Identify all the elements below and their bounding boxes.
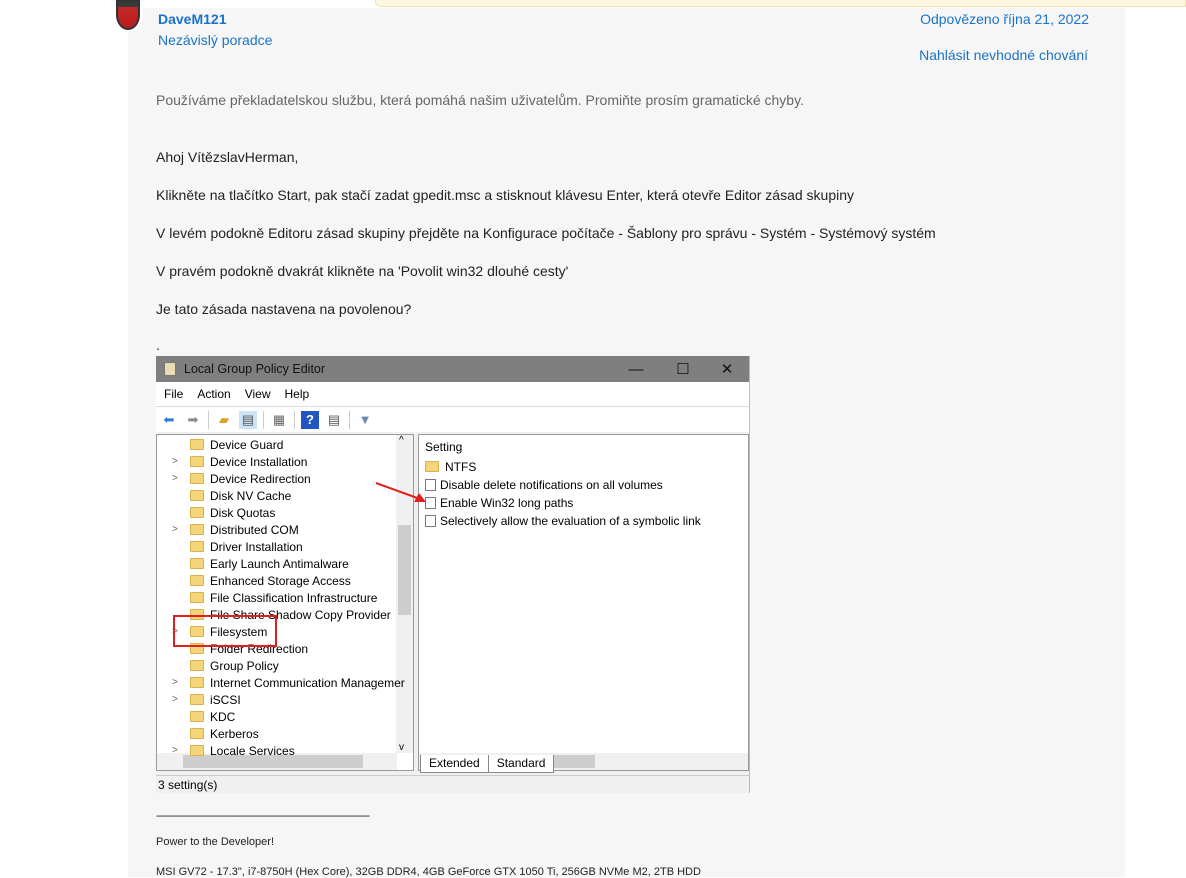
highlight-box [173,615,277,647]
menu-file: File [164,387,184,401]
menu-action: Action [197,387,231,401]
expand-icon: > [172,745,178,756]
folder-icon [190,524,204,535]
folder-icon [190,711,204,722]
tree-item: Enhanced Storage Access [174,572,351,589]
red-arrow-icon [375,482,426,502]
notification-bar [375,0,1186,7]
status-bar: 3 setting(s) [156,775,749,793]
tab-extended: Extended [420,755,489,773]
settings-pane: Setting NTFS Disable delete notification… [418,434,749,771]
tree-item: File Classification Infrastructure [174,589,377,606]
expand-icon: > [172,473,178,484]
setting-row: Disable delete notifications on all volu… [425,476,663,493]
show-hide-tree-icon: ▤ [239,410,257,429]
help-icon: ? [301,410,319,429]
folder-icon [190,541,204,552]
export-list-icon: ▦ [272,411,286,427]
gpedit-screenshot: Local Group Policy Editor — ☐ ✕ File Act… [156,356,750,793]
report-link[interactable]: Nahlásit nevhodné chování [919,47,1088,63]
folder-icon [190,507,204,518]
expand-icon: > [172,677,178,688]
avatar[interactable] [113,0,143,32]
policy-icon [164,362,176,376]
setting-row: Enable Win32 long paths [425,494,573,511]
tree-item: Driver Installation [174,538,303,555]
tree-item: Device Guard [174,436,283,453]
menu-view: View [244,387,271,401]
expand-icon: > [172,456,178,467]
signature-rule: ----------------------------------------… [156,810,370,822]
back-icon: ⬅ [163,411,175,427]
up-folder-icon: ▰ [219,411,229,427]
folder-icon [190,558,204,569]
view-tabs: Extended Standard [420,755,555,773]
translation-notice: Používáme překladatelskou službu, která … [156,92,804,108]
body-paragraph: Klikněte na tlačítko Start, pak stačí za… [156,187,855,203]
tree-item: Disk Quotas [174,504,275,521]
setting-row: NTFS [425,458,476,475]
tree-item: Disk NV Cache [174,487,291,504]
forward-icon: ➡ [187,411,199,427]
toolbar: ⬅ ➡ ▰ ▤ ▦ ? ▤ ▼ [156,406,749,432]
close-icon: ✕ [720,361,734,378]
tree-item: > Locale Services [172,743,295,758]
signature-line: Power to the Developer! [156,836,275,848]
body-paragraph: V pravém podokně dvakrát klikněte na 'Po… [156,263,569,279]
maximize-icon: ☐ [676,361,690,378]
folder-icon [190,439,204,450]
minimize-icon: — [628,360,644,378]
tree-item: > iSCSI [172,692,241,707]
setting-row: Selectively allow the evaluation of a sy… [425,512,701,529]
properties-icon: ▤ [327,411,341,427]
folder-icon [190,660,204,671]
menu-bar: File Action View Help [156,382,749,406]
body-dot: . [156,337,160,353]
folder-icon [190,728,204,739]
tree-item: > Internet Communication Managemer [172,675,405,690]
greeting: Ahoj VítězslavHerman, [156,149,299,165]
signature-line: MSI GV72 - 17.3", i7-8750H (Hex Core), 3… [156,866,701,878]
tree-item: KDC [174,708,235,725]
folder-icon [190,592,204,603]
folder-icon [190,677,204,688]
tree-item: > Device Redirection [172,471,311,486]
policy-icon [425,514,436,527]
expand-icon: > [172,524,178,535]
folder-icon [190,694,204,705]
expand-icon: > [172,694,178,705]
author-name-link[interactable]: DaveM121 [158,11,227,27]
folder-icon [425,461,439,472]
folder-icon [190,575,204,586]
column-header: Setting [425,439,463,454]
tree-item: Group Policy [174,657,279,674]
answered-date: Odpovězeno října 21, 2022 [920,11,1089,27]
body-paragraph: Je tato zásada nastavena na povolenou? [156,301,412,317]
folder-icon [190,490,204,501]
folder-icon [190,745,204,756]
body-paragraph: V levém podokně Editoru zásad skupiny př… [156,225,936,241]
tree-item: > Device Installation [172,454,308,469]
tree-item: Early Launch Antimalware [174,555,349,572]
author-role: Nezávislý poradce [158,32,273,48]
tab-standard: Standard [488,755,555,773]
filter-icon: ▼ [358,412,372,427]
tree-item: > Distributed COM [172,522,299,537]
menu-help: Help [284,387,310,401]
tree-item: Kerberos [174,725,259,742]
folder-icon [190,456,204,467]
folder-icon [190,473,204,484]
window-title: Local Group Policy Editor [184,362,326,376]
